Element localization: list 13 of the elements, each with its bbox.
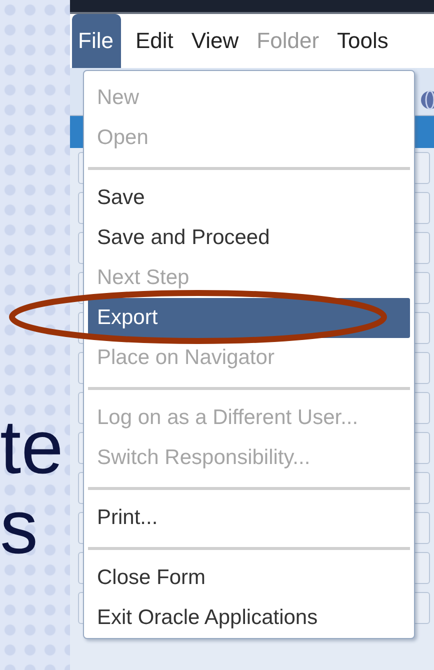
menu-item[interactable]: Save — [97, 186, 145, 209]
menu-item[interactable]: File — [72, 14, 122, 68]
menu-item[interactable]: Tools — [333, 14, 392, 68]
menu-item[interactable]: Edit — [131, 14, 178, 68]
slide-text: te — [0, 408, 64, 488]
menu-item[interactable]: Exit Oracle Applications — [97, 606, 318, 629]
menu-item[interactable]: Export — [88, 298, 410, 338]
menu-item[interactable]: Print... — [97, 506, 158, 529]
menu-item[interactable]: Close Form — [97, 566, 206, 589]
menu-item[interactable]: Save and Proceed — [97, 226, 270, 249]
slide-text: s — [0, 488, 38, 568]
menu-item[interactable]: View — [187, 14, 243, 68]
globe-icon[interactable] — [420, 90, 434, 110]
